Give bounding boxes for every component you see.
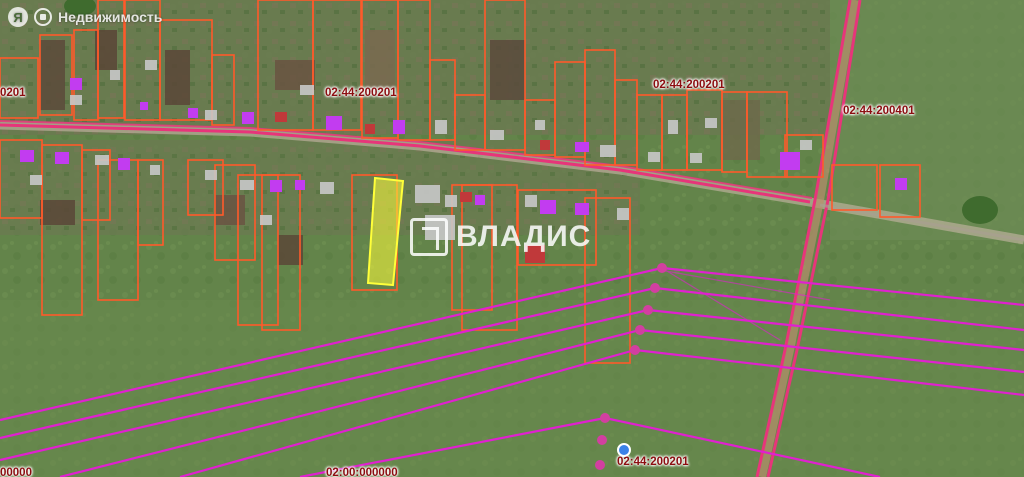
logo-icon: Я xyxy=(8,7,28,27)
house-logo-icon xyxy=(34,8,52,26)
watermark: ВЛАДИС xyxy=(410,218,591,256)
cadastral-label: 02:00:000000 xyxy=(326,467,398,477)
south-field xyxy=(0,300,1024,477)
map-view[interactable]: Я Недвижимость 0201 02:44:200201 02:44:2… xyxy=(0,0,1024,477)
cadastral-label: 02:44:200201 xyxy=(653,79,725,91)
brand[interactable]: Я Недвижимость xyxy=(8,7,162,27)
map-pin-icon[interactable] xyxy=(617,443,631,457)
cadastral-label: 02:44:200201 xyxy=(325,87,397,99)
watermark-text: ВЛАДИС xyxy=(456,220,592,253)
cadastral-label: 0201 xyxy=(0,87,26,99)
watermark-logo-icon xyxy=(410,218,448,256)
cadastral-label: 02:44:200201 xyxy=(617,456,689,468)
brand-label: Недвижимость xyxy=(58,9,163,25)
cadastral-label: 02:44:200401 xyxy=(843,105,915,117)
tree-cluster xyxy=(962,196,998,224)
cadastral-label: 00000 xyxy=(0,467,32,477)
